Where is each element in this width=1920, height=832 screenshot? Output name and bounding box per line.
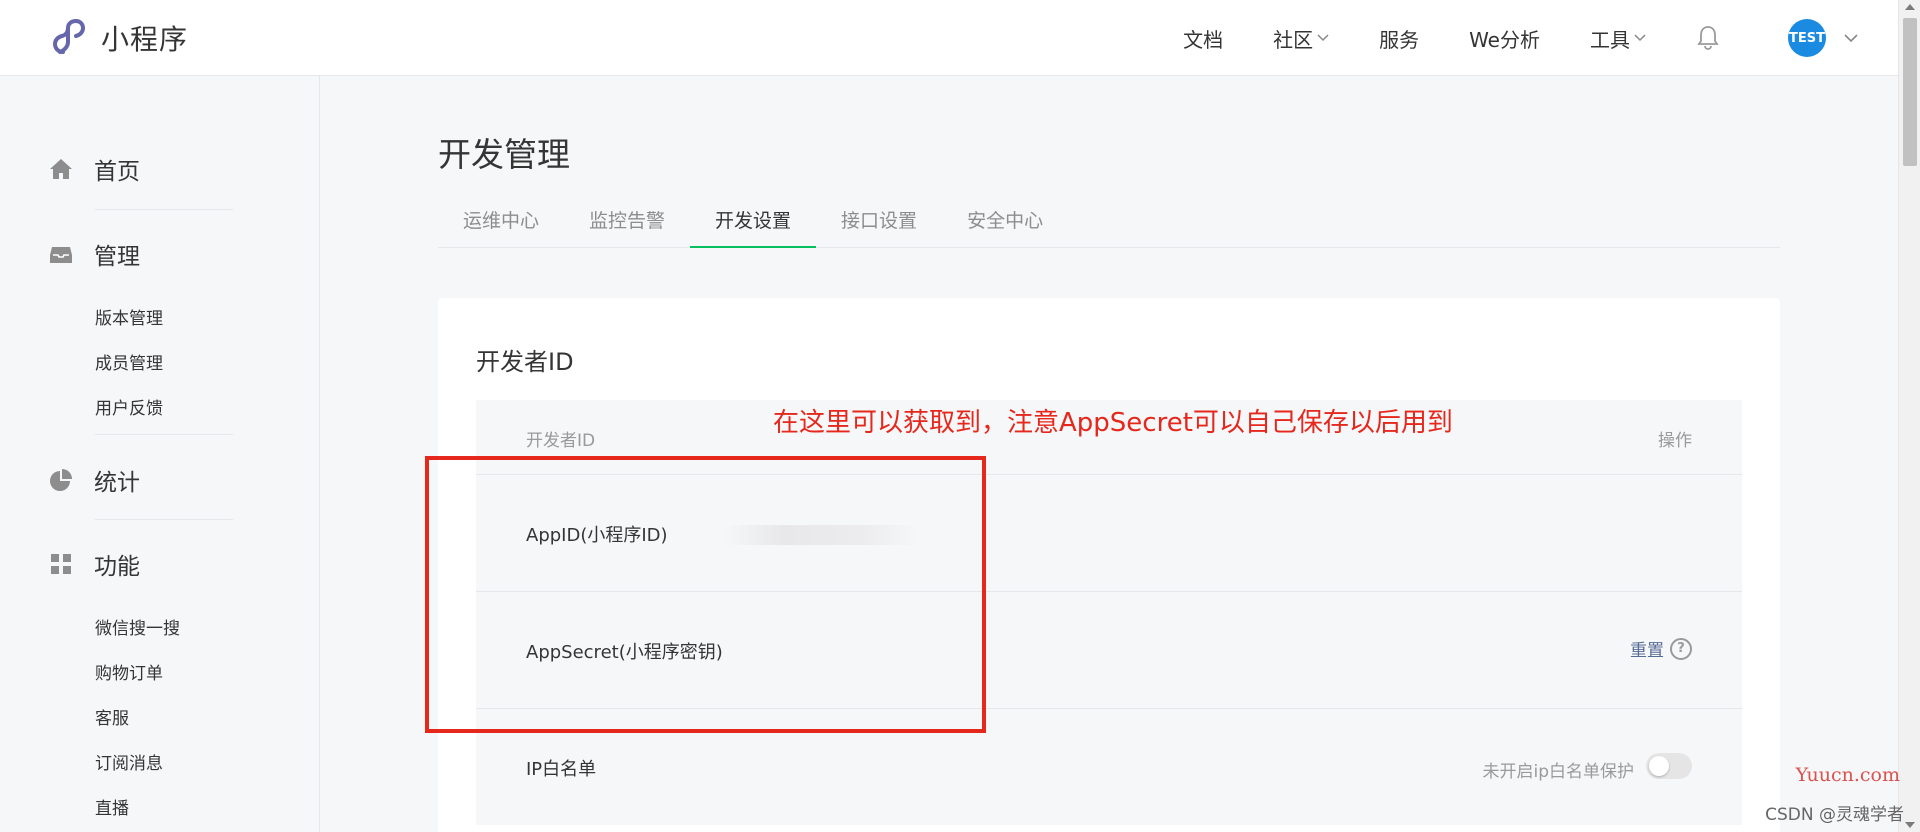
scroll-down-arrow-icon[interactable] <box>1905 822 1915 828</box>
help-icon[interactable]: ? <box>1670 637 1692 660</box>
sidebar-item-orders[interactable]: 购物订单 <box>95 659 163 684</box>
scroll-up-arrow-icon[interactable] <box>1905 4 1915 10</box>
tab-security-center[interactable]: 安全中心 <box>942 200 1068 248</box>
avatar-text: TEST <box>1789 30 1825 46</box>
nav-community[interactable]: 社区 <box>1273 24 1329 53</box>
watermark-site: Yuucn.com <box>1795 764 1900 786</box>
chevron-down-icon <box>1317 34 1329 42</box>
chevron-down-icon <box>1634 34 1646 42</box>
sidebar-item-label: 首页 <box>94 159 140 185</box>
annotation-text: 在这里可以获取到，注意AppSecret可以自己保存以后用到 <box>773 408 1453 438</box>
sidebar-item-feedback[interactable]: 用户反馈 <box>95 394 163 419</box>
sidebar-item-home[interactable]: 首页 <box>48 152 140 186</box>
top-bar: 小程序 文档 社区 服务 We分析 工具 TEST <box>0 0 1898 76</box>
nav-we-analysis[interactable]: We分析 <box>1469 24 1540 53</box>
grid-icon <box>51 554 71 574</box>
top-nav: 文档 社区 服务 We分析 工具 TEST <box>1183 0 1898 76</box>
sidebar-item-stats[interactable]: 统计 <box>48 463 140 497</box>
scrollbar[interactable] <box>1898 0 1920 832</box>
nav-docs-label: 文档 <box>1183 27 1224 52</box>
ip-whitelist-label: IP白名单 <box>526 759 597 780</box>
nav-docs[interactable]: 文档 <box>1183 24 1223 53</box>
logo[interactable]: 小程序 <box>49 18 188 58</box>
sidebar-divider <box>95 519 233 520</box>
inbox-icon <box>50 247 72 263</box>
sidebar: 首页 管理 版本管理 成员管理 用户反馈 统计 功能 微信搜一搜 购物订单 客服… <box>0 76 320 832</box>
nav-community-label: 社区 <box>1273 27 1314 52</box>
ip-whitelist-toggle[interactable] <box>1646 753 1692 779</box>
sidebar-item-subscription[interactable]: 订阅消息 <box>95 749 163 774</box>
nav-services[interactable]: 服务 <box>1379 24 1419 53</box>
reset-label: 重置 <box>1630 641 1664 661</box>
logo-text: 小程序 <box>101 23 189 56</box>
sidebar-item-members[interactable]: 成员管理 <box>95 349 163 374</box>
sidebar-item-customer-service[interactable]: 客服 <box>95 704 129 729</box>
sidebar-item-label: 功能 <box>94 554 140 580</box>
nav-services-label: 服务 <box>1379 27 1420 52</box>
ip-whitelist-status: 未开启ip白名单保护 <box>1482 762 1634 782</box>
avatar[interactable]: TEST <box>1788 19 1826 57</box>
scroll-thumb[interactable] <box>1903 18 1917 166</box>
sidebar-item-features[interactable]: 功能 <box>48 547 140 581</box>
pie-chart-icon <box>50 469 72 491</box>
column-header-actions: 操作 <box>1658 431 1692 451</box>
chevron-down-icon[interactable] <box>1844 33 1858 43</box>
annotation-highlight-box <box>425 456 986 733</box>
sidebar-divider <box>95 434 233 435</box>
tab-bar: 运维中心 监控告警 开发设置 接口设置 安全中心 <box>438 200 1780 248</box>
watermark-csdn: CSDN @灵魂学者 <box>1765 805 1904 825</box>
tab-monitoring[interactable]: 监控告警 <box>564 200 690 248</box>
sidebar-item-version[interactable]: 版本管理 <box>95 304 163 329</box>
column-header-id: 开发者ID <box>526 431 596 451</box>
sidebar-item-label: 管理 <box>94 244 140 270</box>
toggle-knob <box>1649 756 1669 776</box>
tab-api-settings[interactable]: 接口设置 <box>816 200 942 248</box>
sidebar-item-wechat-search[interactable]: 微信搜一搜 <box>95 614 180 639</box>
reset-secret-link[interactable]: 重置 ? <box>1630 636 1692 661</box>
bell-icon[interactable] <box>1696 25 1720 51</box>
sidebar-divider <box>95 209 233 210</box>
miniprogram-logo-icon <box>52 18 86 54</box>
nav-tools-label: 工具 <box>1590 27 1630 52</box>
nav-we-analysis-label: We分析 <box>1469 27 1540 52</box>
sidebar-item-manage[interactable]: 管理 <box>48 237 140 271</box>
page-title: 开发管理 <box>438 135 570 174</box>
nav-tools[interactable]: 工具 <box>1590 24 1646 53</box>
home-icon <box>50 159 72 179</box>
sidebar-item-label: 统计 <box>94 470 140 496</box>
tab-ops-center[interactable]: 运维中心 <box>438 200 564 248</box>
sidebar-item-live[interactable]: 直播 <box>95 794 129 819</box>
card-title: 开发者ID <box>476 348 574 376</box>
tab-dev-settings[interactable]: 开发设置 <box>690 200 817 248</box>
